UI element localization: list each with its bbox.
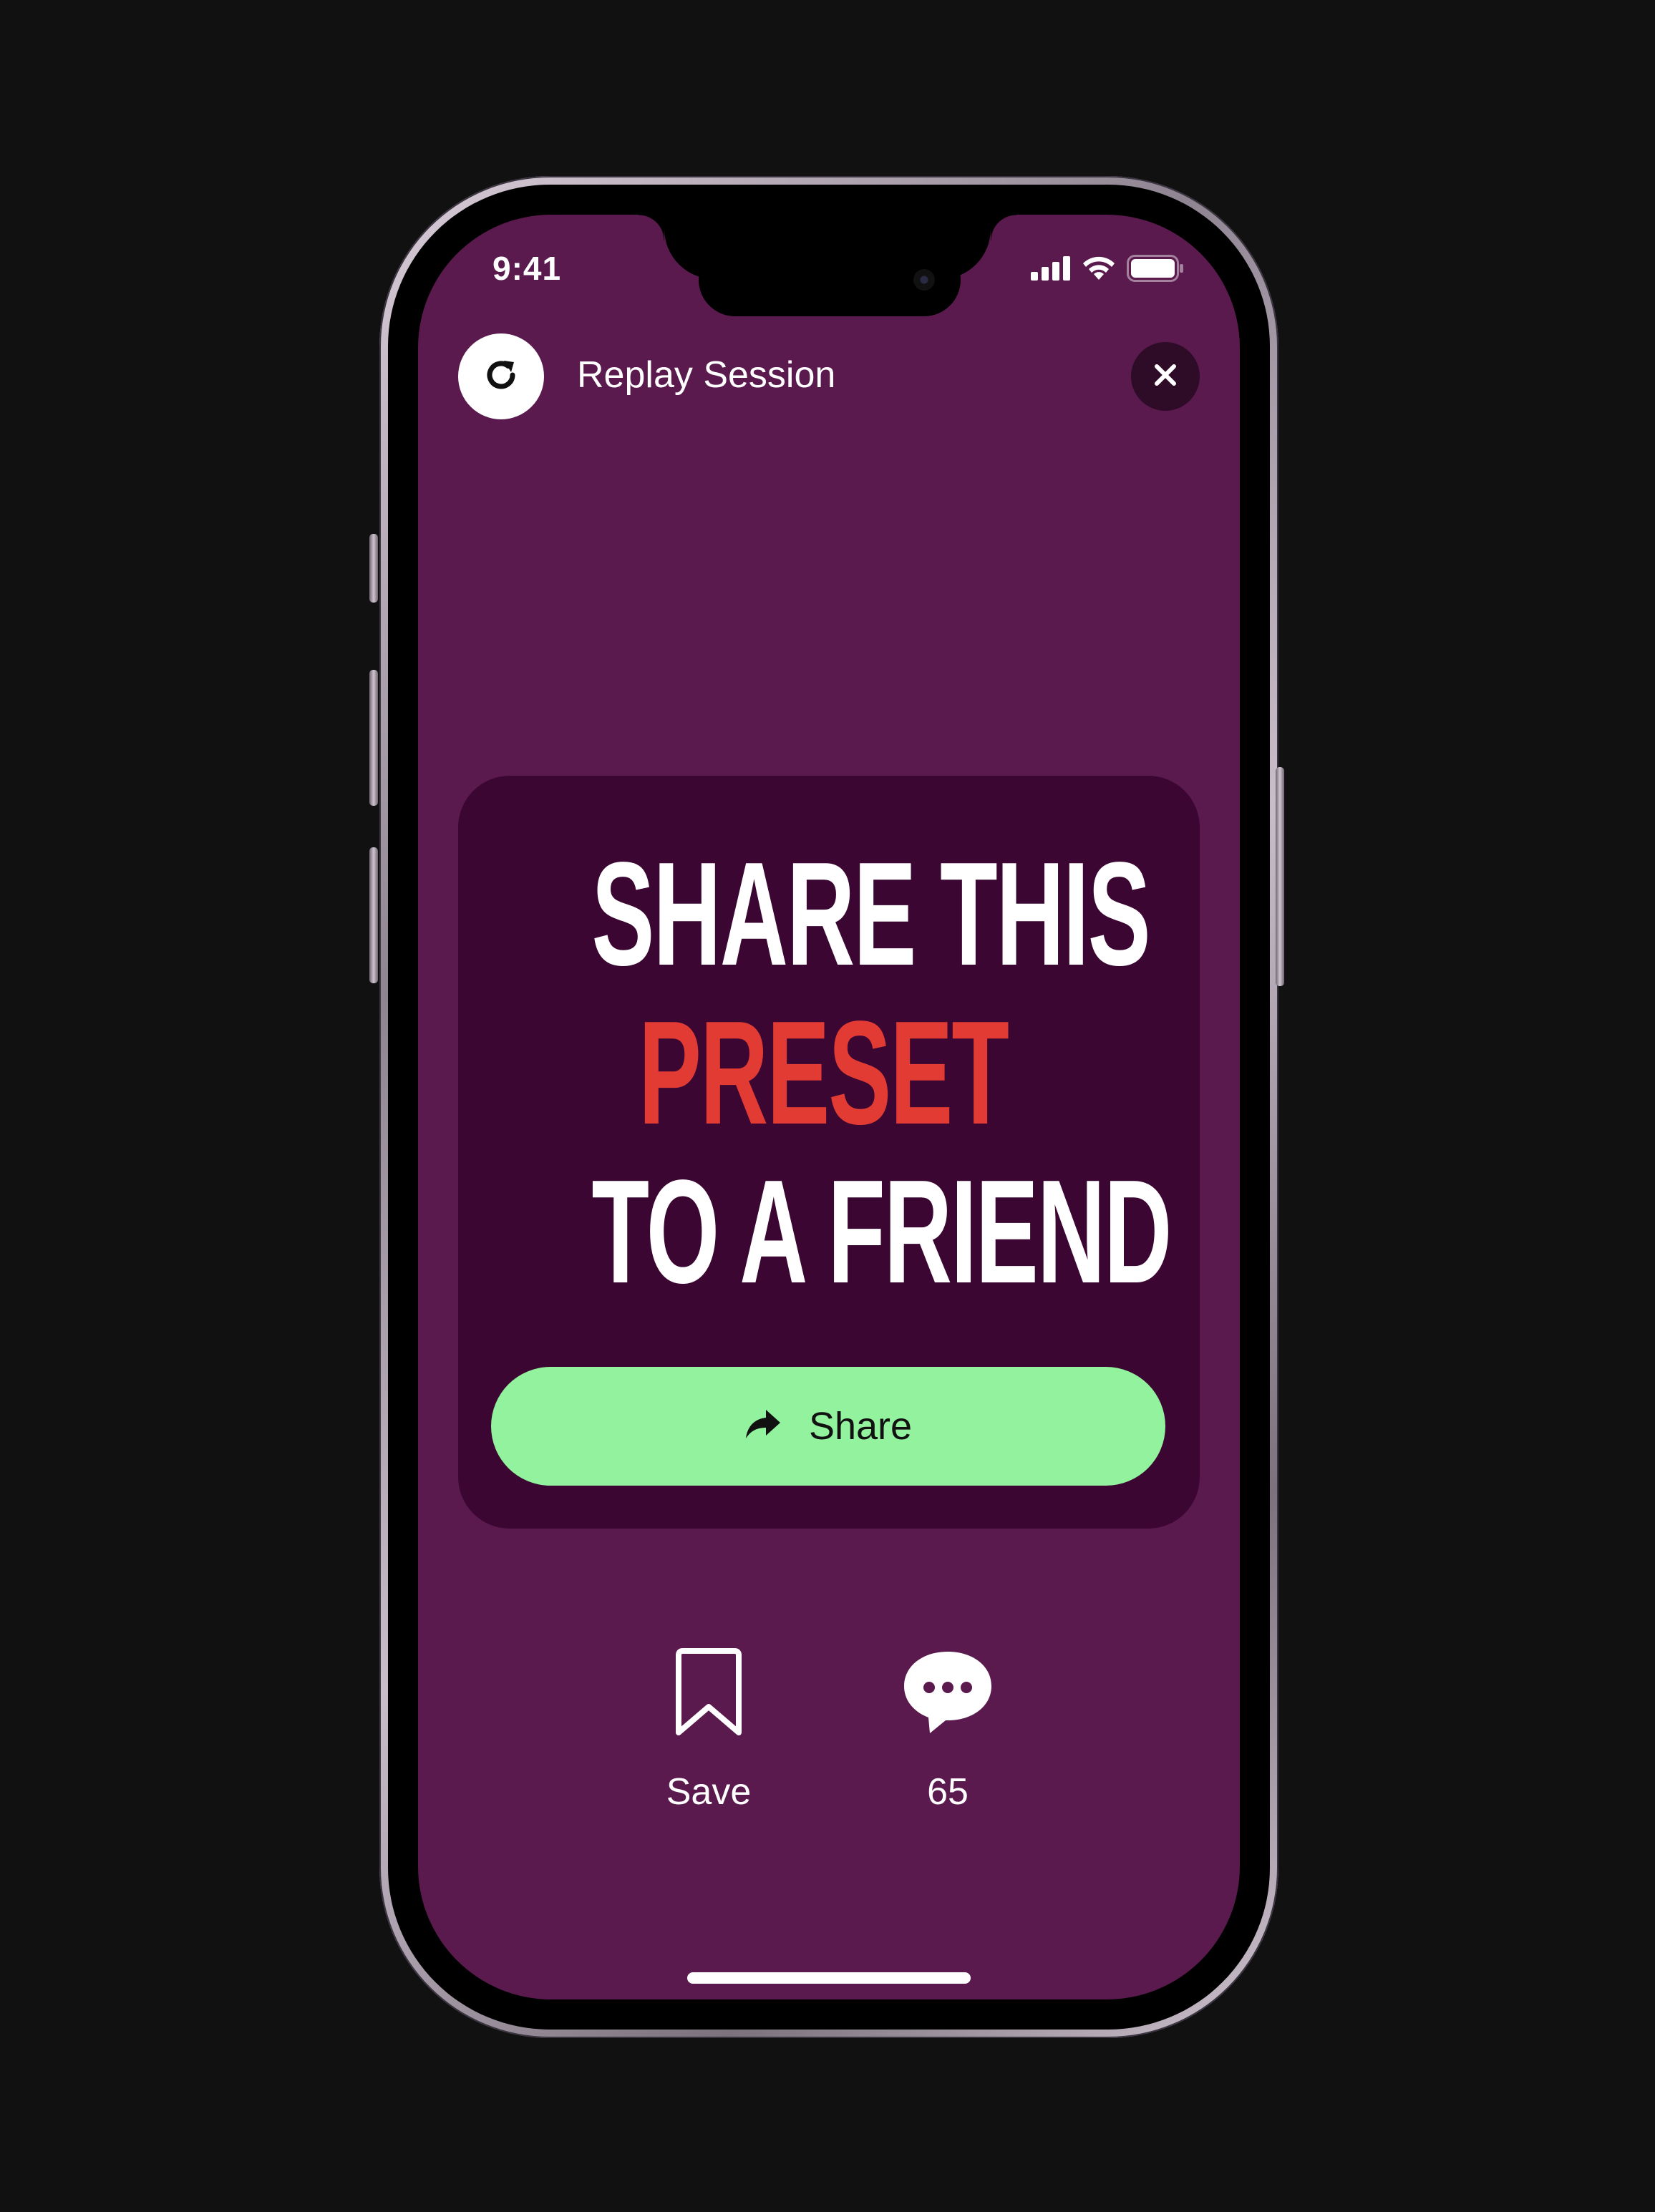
status-time: 9:41: [492, 250, 562, 287]
page-title: Replay Session: [577, 354, 836, 396]
home-indicator[interactable]: [687, 1972, 971, 1984]
status-icons: [1031, 255, 1184, 282]
headline-line-2: PRESET: [639, 990, 1009, 1155]
share-preset-card: SHARE THIS PRESET TO A FRIEND Share: [458, 776, 1200, 1529]
dynamic-island: [699, 243, 961, 316]
close-icon: [1153, 363, 1178, 391]
phone-screen: 9:41 Replay Session SHARE THIS PRESET TO…: [418, 215, 1240, 1999]
silent-switch: [369, 534, 378, 603]
close-button[interactable]: [1131, 342, 1200, 411]
headline-line-1: SHARE THIS: [591, 832, 1150, 996]
share-button[interactable]: Share: [491, 1367, 1165, 1486]
share-button-label: Share: [808, 1405, 913, 1448]
comment-count: 65: [927, 1771, 969, 1813]
share-arrow-icon: [744, 1408, 782, 1445]
comments-button[interactable]: 65: [869, 1646, 1027, 1813]
save-label: Save: [666, 1771, 752, 1813]
save-button[interactable]: Save: [630, 1646, 787, 1813]
refresh-icon: [481, 355, 521, 399]
power-button: [1276, 767, 1284, 986]
replay-button[interactable]: [458, 333, 544, 419]
chat-bubble-icon: [901, 1646, 994, 1739]
headline-line-3: TO A FRIEND: [591, 1149, 1172, 1314]
front-camera: [913, 269, 935, 291]
battery-icon: [1127, 255, 1184, 282]
cellular-signal-icon: [1031, 256, 1071, 281]
volume-up-button: [369, 670, 378, 806]
wifi-icon: [1081, 255, 1117, 281]
volume-down-button: [369, 847, 378, 983]
card-headline: SHARE THIS PRESET TO A FRIEND: [458, 834, 1200, 1311]
bookmark-icon: [673, 1646, 744, 1739]
